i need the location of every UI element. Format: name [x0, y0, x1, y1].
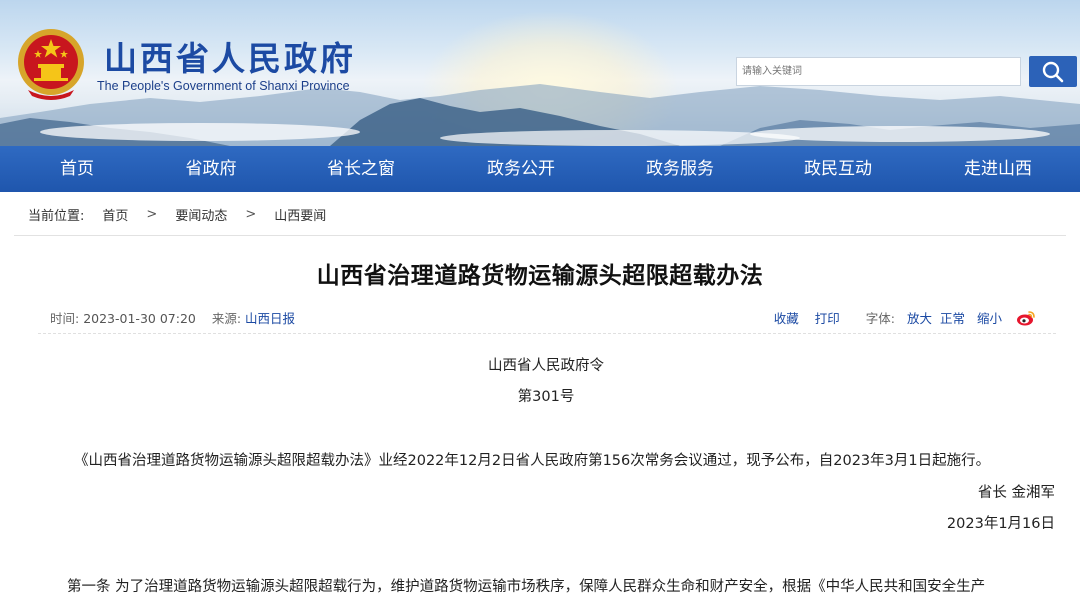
time-label: 时间:	[50, 311, 80, 326]
nav-item-provincial-government[interactable]: 省政府	[186, 146, 237, 192]
breadcrumb-separator: >	[146, 207, 158, 222]
nav-item-interaction[interactable]: 政民互动	[804, 146, 872, 192]
header-banner: 山西省人民政府 The People's Government of Shanx…	[0, 0, 1080, 146]
decree-issuer: 山西省人民政府令	[488, 358, 604, 374]
breadcrumb: 当前位置: 首页 > 要闻动态 > 山西要闻	[14, 194, 1066, 236]
search-button[interactable]	[1029, 56, 1077, 87]
breadcrumb-item-news[interactable]: 要闻动态	[175, 205, 227, 224]
search-input[interactable]	[737, 58, 1020, 85]
national-emblem-icon	[18, 29, 84, 100]
site-title[interactable]: 山西省人民政府	[104, 32, 356, 80]
nav-item-home[interactable]: 首页	[60, 146, 94, 192]
nav-item-government-services[interactable]: 政务服务	[646, 146, 714, 192]
font-small-button[interactable]: 缩小	[977, 308, 1002, 327]
font-normal-button[interactable]: 正常	[940, 308, 965, 327]
favorite-button[interactable]: 收藏	[774, 308, 799, 327]
nav-item-governor-window[interactable]: 省长之窗	[327, 146, 395, 192]
article-meta-info: 时间: 2023-01-30 07:20 来源: 山西日报	[50, 308, 295, 327]
decree-number: 第301号	[517, 389, 575, 405]
article-tools: 收藏 打印 字体: 放大 正常 缩小	[758, 308, 1036, 327]
weibo-icon[interactable]	[1016, 309, 1036, 327]
font-large-button[interactable]: 放大	[907, 308, 932, 327]
article-title: 山西省治理道路货物运输源头超限超载办法	[316, 263, 764, 289]
signature: 省长 金湘军	[977, 485, 1055, 501]
main-nav: 首页 省政府 省长之窗 政务公开 政务服务 政民互动 走进山西	[0, 146, 1080, 192]
breadcrumb-prefix: 当前位置:	[28, 209, 85, 224]
decree-paragraph: 《山西省治理道路货物运输源头超限超载办法》业经2022年12月2日省人民政府第1…	[74, 453, 991, 469]
site-subtitle: The People's Government of Shanxi Provin…	[97, 79, 350, 93]
decree-date: 2023年1月16日	[946, 516, 1055, 532]
search-box	[736, 57, 1021, 86]
article-first-clause: 第一条 为了治理道路货物运输源头超限超载行为，维护道路货物运输市场秩序，保障人民…	[67, 579, 986, 595]
nav-item-government-affairs-disclosure[interactable]: 政务公开	[487, 146, 555, 192]
breadcrumb-item-shanxi-news[interactable]: 山西要闻	[274, 205, 326, 224]
nav-item-about-shanxi[interactable]: 走进山西	[964, 146, 1032, 192]
breadcrumb-item-home[interactable]: 首页	[102, 205, 128, 224]
source-label: 来源:	[211, 311, 242, 326]
print-button[interactable]: 打印	[815, 308, 840, 327]
search-icon	[1042, 61, 1064, 82]
source-link[interactable]: 山西日报	[245, 311, 295, 326]
publish-time: 2023-01-30 07:20	[83, 311, 196, 326]
article-meta-bar: 时间: 2023-01-30 07:20 来源: 山西日报 收藏 打印 字体: …	[38, 298, 1056, 334]
breadcrumb-separator: >	[245, 207, 257, 222]
font-size-label: 字体:	[865, 311, 895, 326]
